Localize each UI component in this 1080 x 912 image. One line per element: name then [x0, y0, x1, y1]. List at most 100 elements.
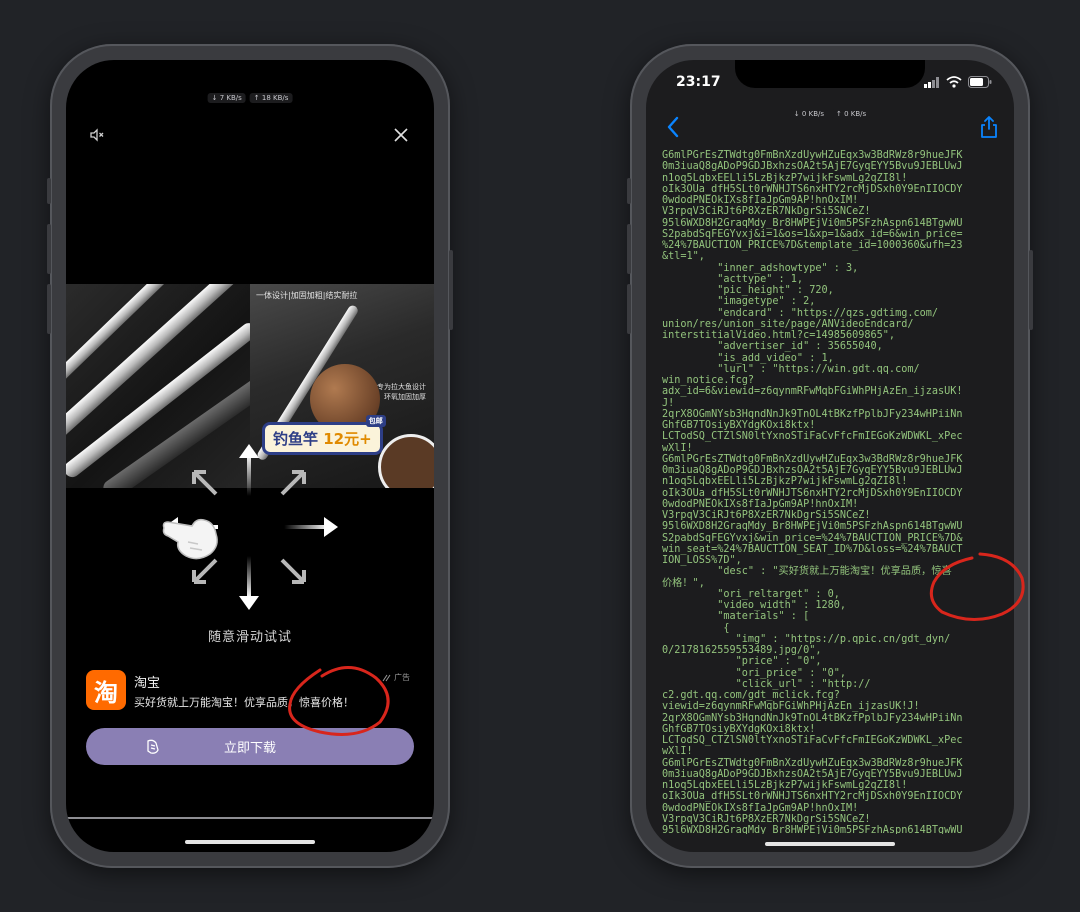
- code-line: "video_width" : 1280,: [662, 600, 847, 611]
- side-button: [627, 178, 631, 204]
- code-line: c2.gdt.qq.com/gdt_mclick.fcg?: [662, 690, 840, 701]
- net-down-speed: ↓ 7 KB/s: [207, 93, 246, 103]
- code-line: wXlI!: [662, 442, 693, 454]
- code-line: 0wdodPNEOkIXs8fIaJpGm9AP!hnOxIM!: [662, 802, 859, 814]
- volume-down-button: [627, 284, 631, 334]
- code-line: oIk3OUa_dfH5SLt0rWNHJTS6nxHTY2rcMjDSxh0Y…: [662, 183, 963, 195]
- swipe-hint: 随意滑动试试: [207, 630, 292, 645]
- app-info-row[interactable]: 淘 淘宝 买好货就上万能淘宝！优享品质，惊喜价格！ 广告: [86, 670, 414, 716]
- code-line: "ori_price" : "0",: [662, 667, 847, 679]
- network-speed: ↓ 7 KB/s ↑ 18 KB/s: [207, 93, 293, 103]
- code-line: "endcard" : "https://qzs.gdtimg.com/: [662, 307, 939, 319]
- code-line: "lurl" : "https://win.gdt.qq.com/: [662, 363, 920, 375]
- code-line: win_seat=%24%7BAUCTION_SEAT_ID%7D&loss=%…: [662, 543, 963, 555]
- code-line: oIk3OUa_dfH5SLt0rWNHJTS6nxHTY2rcMjDSxh0Y…: [662, 791, 963, 803]
- image-caption-features: 一体设计|加固加粗|结实耐拉: [256, 291, 358, 300]
- code-viewer-screen: 23:17 ↓ 0 KB/s ↑ 0 KB/s G6mlPGrEsZTWdtg0…: [646, 60, 1014, 852]
- code-line: 0wdodPNEOkIXs8fIaJpGm9AP!hnOxIM!: [662, 195, 859, 206]
- code-line: "ori_reltarget" : 0,: [662, 588, 840, 600]
- notch: [735, 60, 925, 88]
- code-line: "materials" : [: [662, 611, 810, 623]
- code-line: J!: [662, 397, 675, 409]
- code-line: "imagetype" : 2,: [662, 296, 816, 308]
- side-button: [47, 178, 51, 204]
- power-button: [1029, 250, 1033, 330]
- code-line: n1oq5LqbxEELli5LzBjkzP7wijkFswmLg2qZI8l!: [662, 172, 908, 184]
- mute-button[interactable]: [86, 124, 108, 146]
- code-line: "inner_adshowtype" : 3,: [662, 262, 859, 274]
- code-line: wXlI!: [662, 746, 693, 758]
- navigation-bar: [646, 112, 1014, 144]
- video-progress-line: [66, 817, 434, 819]
- status-time: 23:17: [676, 74, 721, 90]
- code-line: 0m3iuaQ8gADoP9GDJBxhzsOA2t5AjE7GyqEYY5Bv…: [662, 161, 963, 173]
- code-line: "acttype" : 1,: [662, 273, 804, 285]
- home-indicator[interactable]: [765, 842, 895, 846]
- code-line: G6mlPGrEsZTWdtg0FmBnXzdUywHZuEqx3w3BdRWz…: [662, 757, 963, 769]
- code-line: GhfGB7TOsiyBXYdgKOxi8ktx!: [662, 420, 816, 431]
- app-description: 买好货就上万能淘宝！优享品质，惊喜价格！: [134, 696, 354, 709]
- code-line: ION_LOSS%7D",: [662, 555, 742, 566]
- app-name: 淘宝: [134, 676, 161, 691]
- code-line: 95l6WXD8H2GraqMdy_Br8HWPEjVi0m5PSFzhAspn…: [662, 217, 963, 229]
- code-line: 2qrX8OGmNYsb3HqndNnJk9TnOL4tBKzfPplbJFy2…: [662, 712, 963, 724]
- wifi-icon: [946, 76, 962, 88]
- code-line: "is_add_video" : 1,: [662, 352, 834, 364]
- code-line: interstitialVideo.html?c=14985609865",: [662, 330, 896, 341]
- home-indicator[interactable]: [185, 840, 315, 844]
- code-line: 2qrX8OGmNYsb3HqndNnJk9TnOL4tBKzfPplbJFy2…: [662, 408, 963, 420]
- code-line: V3rpqV3CiRJt6P8XzER7NkDgrSi5SNCeZ!: [662, 510, 871, 521]
- code-line: G6mlPGrEsZTWdtg0FmBnXzdUywHZuEqx3w3BdRWz…: [662, 150, 963, 161]
- code-line: {: [662, 622, 730, 634]
- power-button: [449, 250, 453, 330]
- code-line: viewid=z6qynmRFwMqbFGiWhPHjAzEn_ijzasUK!…: [662, 701, 920, 713]
- free-shipping-badge: 包邮: [365, 415, 386, 427]
- download-button[interactable]: 立即下载: [86, 728, 414, 765]
- volume-up-button: [627, 224, 631, 274]
- code-line: oIk3OUa_dfH5SLt0rWNHJTS6nxHTY2rcMjDSxh0Y…: [662, 487, 963, 499]
- code-line: 0m3iuaQ8gADoP9GDJBxhzsOA2t5AjE7GyqEYY5Bv…: [662, 465, 963, 476]
- code-line: G6mlPGrEsZTWdtg0FmBnXzdUywHZuEqx3w3BdRWz…: [662, 453, 963, 465]
- share-button[interactable]: [978, 116, 1000, 138]
- volume-down-button: [47, 284, 51, 334]
- code-line: LCTodSQ_CTZlSN0ltYxnoSTiFaCvFfcFmIEGoKzW…: [662, 735, 963, 746]
- code-line: 95l6WXD8H2GraqMdy_Br8HWPEjVi0m5PSFzhAspn…: [662, 521, 963, 533]
- code-line: &tl=1",: [662, 251, 705, 263]
- download-app-icon: [147, 739, 159, 754]
- code-line: n1oq5LqbxEELli5LzBjkzP7wijkFswmLg2qZI8l!: [662, 780, 908, 791]
- swipe-gesture-area[interactable]: [66, 440, 434, 630]
- code-line: 0m3iuaQ8gADoP9GDJBxhzsOA2t5AjE7GyqEYY5Bv…: [662, 768, 963, 780]
- code-line: "pic_height" : 720,: [662, 285, 834, 296]
- phone-frame-right: 23:17 ↓ 0 KB/s ↑ 0 KB/s G6mlPGrEsZTWdtg0…: [627, 44, 1033, 868]
- download-button-label: 立即下载: [223, 741, 276, 756]
- code-line: LCTodSQ_CTZlSN0ltYxnoSTiFaCvFfcFmIEGoKzW…: [662, 431, 963, 443]
- close-button[interactable]: [390, 124, 412, 146]
- code-line: adx_id=6&viewid=z6qynmRFwMqbFGiWhPHjAzEn…: [662, 386, 963, 398]
- code-line: V3rpqV3CiRJt6P8XzER7NkDgrSi5SNCeZ!: [662, 206, 871, 218]
- ad-label[interactable]: 广告: [382, 672, 410, 683]
- dynamic-island: [216, 68, 284, 90]
- taobao-app-icon[interactable]: 淘: [86, 670, 126, 710]
- json-code-text: G6mlPGrEsZTWdtg0FmBnXzdUywHZuEqx3w3BdRWz…: [662, 150, 1004, 834]
- status-icons: [924, 76, 992, 88]
- code-line: win_notice.fcg?: [662, 375, 755, 386]
- code-line: V3rpqV3CiRJt6P8XzER7NkDgrSi5SNCeZ!: [662, 813, 871, 825]
- swipe-arrows-icon: [164, 444, 338, 610]
- mute-icon: [90, 128, 104, 142]
- volume-up-button: [47, 224, 51, 274]
- hand-pointer-icon: [162, 518, 218, 560]
- ad-info-icon: [382, 674, 391, 681]
- code-line: "advertiser_id" : 35655040,: [662, 341, 883, 353]
- code-line: "desc" : "买好货就上万能淘宝！优享品质，惊喜: [662, 566, 952, 578]
- code-line: "price" : "0",: [662, 656, 822, 668]
- phone-frame-left: ↓ 7 KB/s ↑ 18 KB/s 一体设计|加固加粗|结实耐拉 专为拉大鱼设…: [47, 44, 453, 868]
- code-line: %24%7BAUCTION_PRICE%7D&template_id=10003…: [662, 240, 963, 251]
- back-chevron-icon: [667, 116, 679, 138]
- net-up-speed: ↑ 18 KB/s: [249, 93, 293, 103]
- ad-screen: ↓ 7 KB/s ↑ 18 KB/s 一体设计|加固加粗|结实耐拉 专为拉大鱼设…: [66, 60, 434, 852]
- back-button[interactable]: [662, 116, 684, 138]
- signal-icon: [924, 76, 939, 88]
- ad-label-text: 广告: [394, 673, 410, 682]
- code-line: S2pabdSqFEGYvxj&win_price=%24%7BAUCTION_…: [662, 532, 963, 544]
- code-line: union/res/union_site/page/ANVideoEndcard…: [662, 318, 914, 330]
